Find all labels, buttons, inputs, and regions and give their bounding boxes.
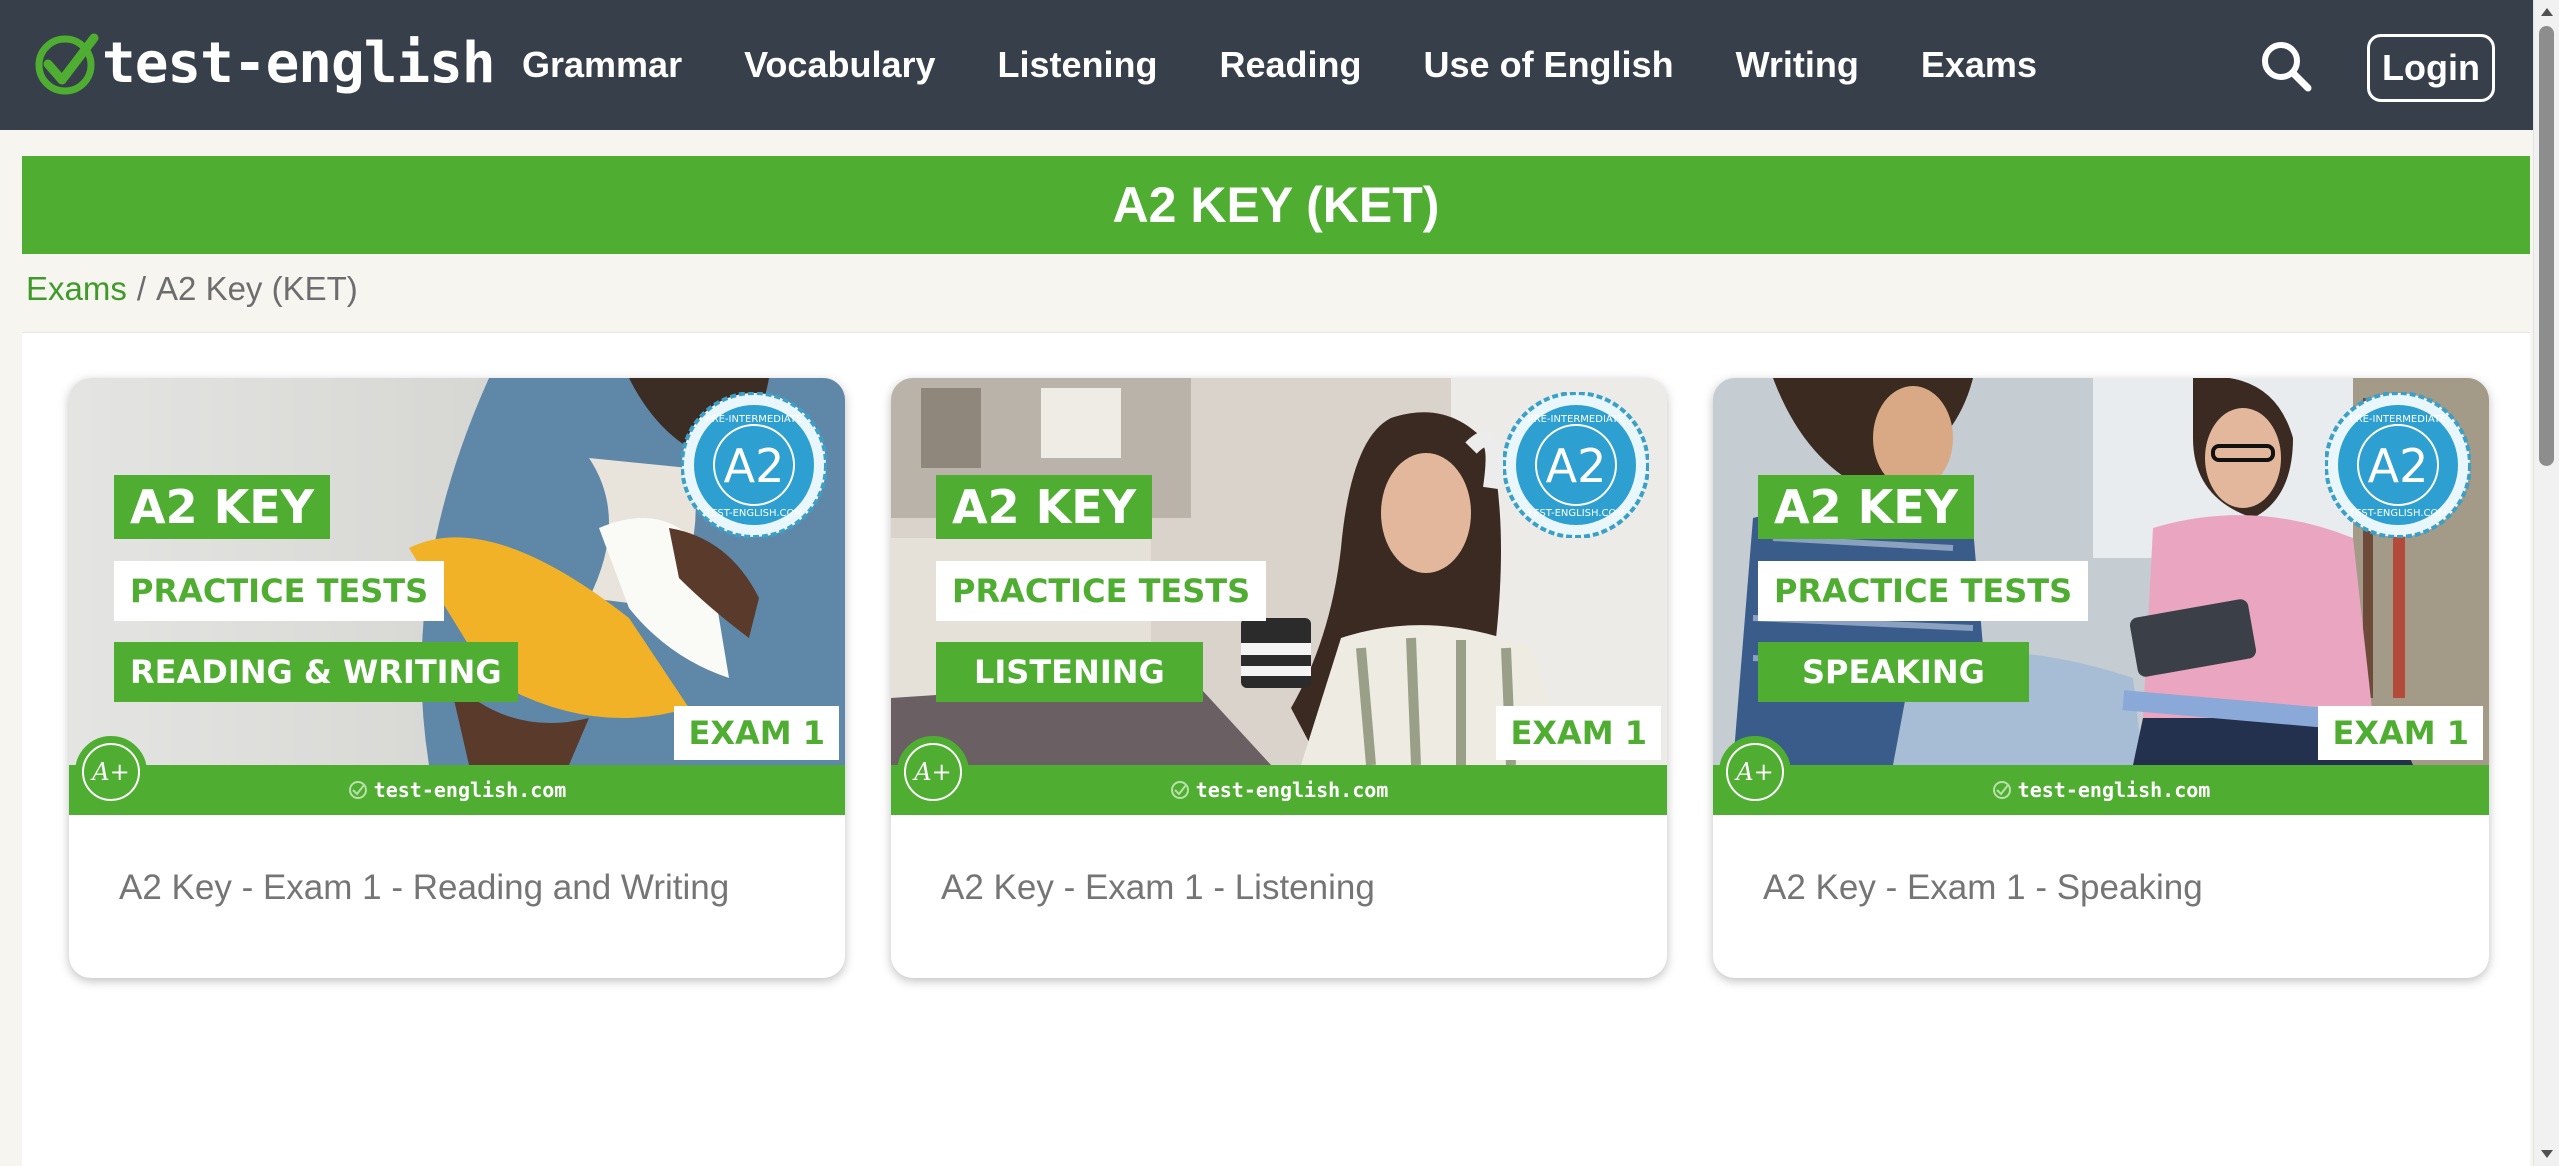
footer-site-text: test-english.com <box>373 778 567 802</box>
breadcrumb: Exams / A2 Key (KET) <box>26 270 358 308</box>
scroll-thumb[interactable] <box>2539 26 2554 466</box>
top-navbar: test-english Grammar Vocabulary Listenin… <box>0 0 2533 130</box>
footer-site-label: test-english.com <box>69 765 845 815</box>
tag-practice-tests: PRACTICE TESTS <box>936 561 1267 621</box>
check-circle-icon <box>1992 781 2011 799</box>
a-plus-badge-label: A+ <box>904 743 962 801</box>
seal-bottom-text: TEST-ENGLISH.COM <box>704 508 803 519</box>
breadcrumb-link-exams[interactable]: Exams <box>26 270 127 308</box>
page-title-banner: A2 KEY (KET) <box>22 156 2530 254</box>
seal-level-text: A2 <box>724 439 785 493</box>
footer-site-label: test-english.com <box>891 765 1667 815</box>
card-footer-bar: test-english.com <box>69 765 845 815</box>
footer-site-text: test-english.com <box>1195 778 1389 802</box>
login-button[interactable]: Login <box>2367 34 2495 102</box>
logo-text: test-english <box>102 30 496 96</box>
card-thumbnail[interactable]: test-english.com A+ A2 KEY PRACTICE TEST… <box>891 378 1667 815</box>
a-plus-badge-label: A+ <box>82 743 140 801</box>
a-plus-badge-label: A+ <box>1726 743 1784 801</box>
check-circle-icon <box>348 781 367 799</box>
a-plus-badge-icon: A+ <box>75 736 147 808</box>
page-scrollbar[interactable] <box>2533 0 2559 1166</box>
tag-a2-key: A2 KEY <box>936 475 1152 539</box>
exam-card-speaking[interactable]: test-english.com A+ A2 KEY PRACTICE TEST… <box>1713 378 2489 978</box>
nav-item-writing[interactable]: Writing <box>1736 44 1859 86</box>
search-icon <box>2262 42 2312 92</box>
exam-card-listening[interactable]: test-english.com A+ A2 KEY PRACTICE TEST… <box>891 378 1667 978</box>
card-title[interactable]: A2 Key - Exam 1 - Speaking <box>1763 868 2203 908</box>
a-plus-badge-icon: A+ <box>897 736 969 808</box>
page-title: A2 KEY (KET) <box>1112 177 1440 233</box>
card-title[interactable]: A2 Key - Exam 1 - Reading and Writing <box>119 868 729 908</box>
footer-site-label: test-english.com <box>1713 765 2489 815</box>
seal-bottom-text: TEST-ENGLISH.COM <box>2348 508 2447 519</box>
breadcrumb-separator: / <box>136 270 147 307</box>
main-nav: Grammar Vocabulary Listening Reading Use… <box>522 0 2099 130</box>
tag-skill: SPEAKING <box>1758 642 2029 702</box>
exam-card-reading-writing[interactable]: test-english.com A+ A2 KEY PRACTICE TEST… <box>69 378 845 978</box>
search-button[interactable] <box>2258 38 2314 94</box>
seal-level-text: A2 <box>1546 439 1607 493</box>
check-circle-icon <box>1170 781 1189 799</box>
seal-top-text: PRE-INTERMEDIATE <box>2350 414 2447 425</box>
checkmark-logo-icon <box>35 33 99 95</box>
tag-practice-tests: PRACTICE TESTS <box>1758 561 2089 621</box>
tag-practice-tests: PRACTICE TESTS <box>114 561 445 621</box>
seal-bottom-text: TEST-ENGLISH.COM <box>1526 508 1625 519</box>
nav-item-exams[interactable]: Exams <box>1921 44 2037 86</box>
tag-skill: READING & WRITING <box>114 642 518 702</box>
nav-item-vocabulary[interactable]: Vocabulary <box>744 44 935 86</box>
tag-a2-key: A2 KEY <box>1758 475 1974 539</box>
site-logo[interactable]: test-english <box>34 30 496 96</box>
a2-level-seal-icon: A2 PRE-INTERMEDIATE TEST-ENGLISH.COM <box>681 392 827 538</box>
card-thumbnail[interactable]: test-english.com A+ A2 KEY PRACTICE TEST… <box>1713 378 2489 815</box>
scroll-up-arrow-icon[interactable] <box>2541 8 2553 16</box>
a2-level-seal-icon: A2 PRE-INTERMEDIATE TEST-ENGLISH.COM <box>1503 392 1649 538</box>
tag-exam-number: EXAM 1 <box>674 706 839 760</box>
nav-item-use-of-english[interactable]: Use of English <box>1424 44 1674 86</box>
nav-item-listening[interactable]: Listening <box>998 44 1158 86</box>
footer-site-text: test-english.com <box>2017 778 2211 802</box>
card-title[interactable]: A2 Key - Exam 1 - Listening <box>941 868 1375 908</box>
nav-item-reading[interactable]: Reading <box>1220 44 1362 86</box>
tag-exam-number: EXAM 1 <box>2318 706 2483 760</box>
seal-top-text: PRE-INTERMEDIATE <box>1528 414 1625 425</box>
card-footer-bar: test-english.com <box>891 765 1667 815</box>
tag-exam-number: EXAM 1 <box>1496 706 1661 760</box>
card-footer-bar: test-english.com <box>1713 765 2489 815</box>
breadcrumb-current: A2 Key (KET) <box>156 270 358 307</box>
seal-level-text: A2 <box>2368 439 2429 493</box>
a2-level-seal-icon: A2 PRE-INTERMEDIATE TEST-ENGLISH.COM <box>2325 392 2471 538</box>
seal-top-text: PRE-INTERMEDIATE <box>706 414 803 425</box>
nav-item-grammar[interactable]: Grammar <box>522 44 682 86</box>
tag-a2-key: A2 KEY <box>114 475 330 539</box>
tag-skill: LISTENING <box>936 642 1203 702</box>
scroll-down-arrow-icon[interactable] <box>2541 1150 2553 1158</box>
a-plus-badge-icon: A+ <box>1719 736 1791 808</box>
card-thumbnail[interactable]: test-english.com A+ A2 KEY PRACTICE TEST… <box>69 378 845 815</box>
